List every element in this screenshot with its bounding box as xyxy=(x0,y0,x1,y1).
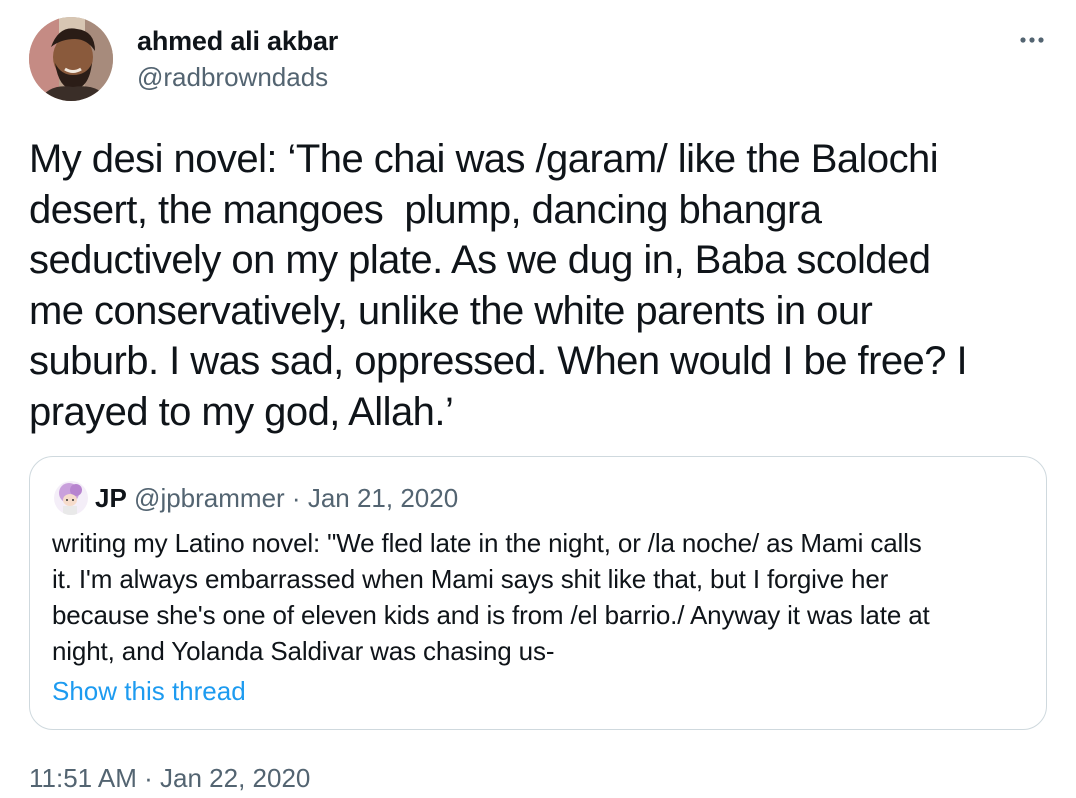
tweet-text: My desi novel: ‘The chai was /garam/ lik… xyxy=(29,137,968,434)
tweet: ahmed ali akbar @radbrowndads My desi no… xyxy=(0,0,1076,798)
quoted-author-name[interactable]: JP xyxy=(95,483,127,513)
avatar-photo xyxy=(29,17,113,101)
ellipsis-icon xyxy=(1020,37,1044,43)
author-handle[interactable]: @radbrowndads xyxy=(137,61,328,93)
header-separator: · xyxy=(284,483,308,513)
more-options-button[interactable] xyxy=(1014,28,1050,52)
quoted-author-handle[interactable]: @jpbrammer xyxy=(134,483,285,513)
quoted-tweet-text: writing my Latino novel: "We fled late i… xyxy=(52,528,930,666)
author-avatar[interactable] xyxy=(29,17,113,101)
avatar-illustration xyxy=(54,481,88,515)
quoted-tweet[interactable]: JP @jpbrammer · Jan 21, 2020 writing my … xyxy=(29,456,1047,730)
quoted-tweet-date[interactable]: Jan 21, 2020 xyxy=(308,483,458,513)
author-display-name[interactable]: ahmed ali akbar xyxy=(137,25,338,57)
show-thread-link[interactable]: Show this thread xyxy=(52,675,246,707)
quoted-tweet-header: JP @jpbrammer · Jan 21, 2020 xyxy=(95,482,458,514)
tweet-timestamp[interactable]: 11:51 AM · Jan 22, 2020 xyxy=(29,762,310,794)
quoted-author-avatar[interactable] xyxy=(54,481,88,515)
